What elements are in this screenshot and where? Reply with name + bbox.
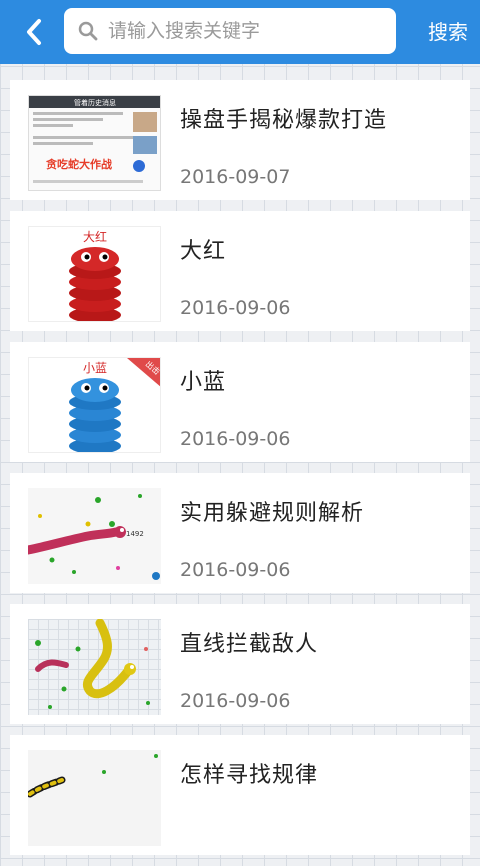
article-title: 实用躲避规则解析 <box>180 501 365 526</box>
article-date: 2016-09-06 <box>180 559 291 581</box>
article-thumbnail <box>28 619 161 715</box>
article-thumbnail: 管着历史消息 贪吃蛇大作战 <box>28 95 161 191</box>
thumb-score: 1492 <box>126 530 144 538</box>
thumb-caption: 大红 <box>83 229 107 244</box>
article-thumbnail: 1492 <box>28 488 161 584</box>
thumb-banner-text: 贪吃蛇大作战 <box>45 157 112 171</box>
article-date: 2016-09-06 <box>180 428 291 450</box>
thumb-header-text: 管着历史消息 <box>74 98 116 107</box>
thumb-caption: 小蓝 <box>83 361 107 375</box>
article-title: 直线拦截敌人 <box>180 632 319 657</box>
article-date: 2016-09-06 <box>180 297 291 319</box>
list-item[interactable]: 怎样寻找规律 <box>10 735 470 855</box>
search-icon <box>78 21 98 41</box>
article-title: 大红 <box>180 239 227 264</box>
search-button[interactable]: 搜索 <box>428 16 468 45</box>
search-input[interactable] <box>106 19 390 43</box>
list-item[interactable]: 出击 小蓝 小蓝 2016-09-06 <box>10 342 470 462</box>
article-title: 小蓝 <box>180 370 227 395</box>
search-box[interactable] <box>64 8 396 54</box>
list-item[interactable]: 1492 实用躲避规则解析 2016-09-06 <box>10 473 470 593</box>
chevron-left-icon <box>24 18 44 46</box>
article-thumbnail: 大红 <box>28 226 161 322</box>
article-list: 管着历史消息 贪吃蛇大作战 操盘手揭秘爆款打造 2016-09-07 大红 大红… <box>10 80 470 866</box>
list-item[interactable]: 大红 大红 2016-09-06 <box>10 211 470 331</box>
article-thumbnail: 出击 小蓝 <box>28 357 161 453</box>
article-title: 操盘手揭秘爆款打造 <box>180 108 388 133</box>
article-title: 怎样寻找规律 <box>180 763 319 788</box>
article-date: 2016-09-07 <box>180 166 291 188</box>
top-bar: 搜索 <box>0 0 480 64</box>
article-date: 2016-09-06 <box>180 690 291 712</box>
list-item[interactable]: 管着历史消息 贪吃蛇大作战 操盘手揭秘爆款打造 2016-09-07 <box>10 80 470 200</box>
article-thumbnail <box>28 750 161 846</box>
list-item[interactable]: 直线拦截敌人 2016-09-06 <box>10 604 470 724</box>
back-button[interactable] <box>14 14 54 50</box>
